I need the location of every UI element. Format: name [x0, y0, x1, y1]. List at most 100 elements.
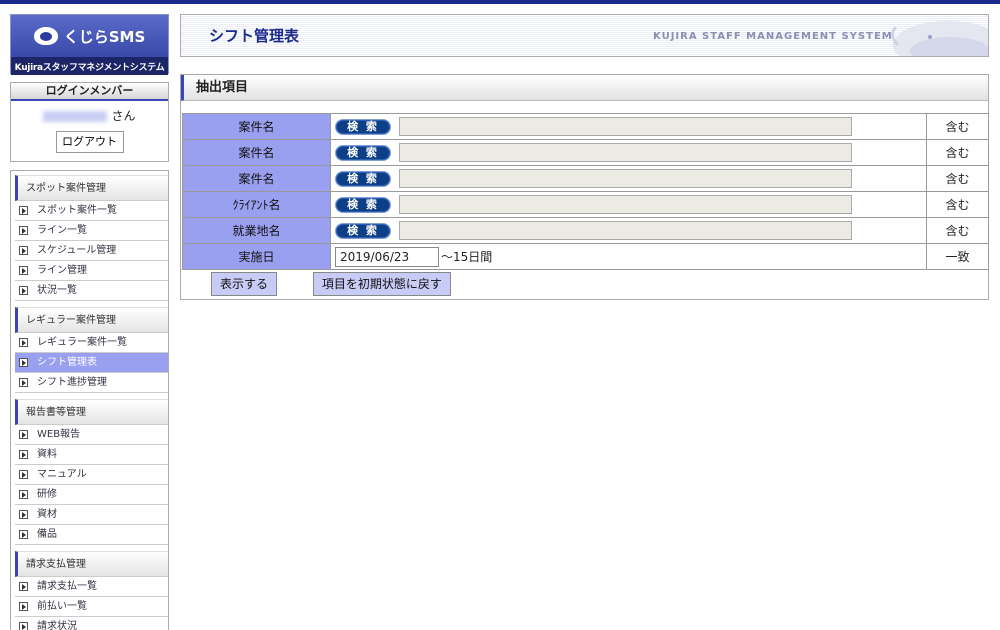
- nav-group-heading: 請求支払管理: [15, 551, 168, 577]
- sidebar-item[interactable]: スポット案件一覧: [15, 201, 168, 221]
- sidebar-item[interactable]: マニュアル: [15, 465, 168, 485]
- sidebar-item-label: 備品: [37, 529, 57, 540]
- sidebar-item[interactable]: 備品: [15, 525, 168, 545]
- sidebar-item-label: 研修: [37, 489, 57, 500]
- login-panel: ログインメンバー さん ログアウト: [10, 82, 169, 162]
- arrow-right-icon: [19, 622, 28, 630]
- arrow-right-icon: [19, 510, 28, 519]
- filter-text-input[interactable]: [399, 169, 852, 188]
- match-mode: 含む: [926, 191, 989, 218]
- filter-label: ｸﾗｲｱﾝﾄ名: [182, 191, 331, 218]
- arrow-right-icon: [19, 378, 28, 387]
- filter-row: 案件名検 索 含む: [182, 165, 989, 192]
- sidebar-item[interactable]: 前払い一覧: [15, 597, 168, 617]
- search-button[interactable]: 検 索: [335, 144, 391, 161]
- arrow-right-icon: [19, 338, 28, 347]
- user-suffix: さん: [111, 109, 136, 123]
- filter-text-input[interactable]: [399, 221, 852, 240]
- filter-row-date: 実施日 2019/06/23 ～15日間 一致: [182, 243, 989, 270]
- arrow-right-icon: [19, 226, 28, 235]
- page-header: シフト管理表 KUJIRA STAFF MANAGEMENT SYSTEM: [180, 14, 989, 57]
- arrow-right-icon: [19, 358, 28, 367]
- sidebar-item[interactable]: 請求状況: [15, 617, 168, 630]
- filter-heading: 抽出項目: [181, 75, 988, 101]
- filter-label: 案件名: [182, 139, 331, 166]
- sidebar-item[interactable]: 資材: [15, 505, 168, 525]
- whale-icon: [33, 27, 58, 45]
- arrow-right-icon: [19, 430, 28, 439]
- sidebar-item-label: シフト管理表: [37, 357, 97, 368]
- login-user: さん: [11, 107, 168, 124]
- arrow-right-icon: [19, 286, 28, 295]
- arrow-right-icon: [19, 490, 28, 499]
- sidebar-item-label: スポット案件一覧: [37, 205, 117, 216]
- filter-row: 案件名検 索 含む: [182, 139, 989, 166]
- sidebar-item-label: マニュアル: [37, 469, 87, 480]
- match-mode: 一致: [926, 243, 989, 270]
- nav-group-heading: レギュラー案件管理: [15, 307, 168, 333]
- date-range-suffix: ～15日間: [441, 250, 493, 264]
- sidebar-item-label: 資材: [37, 509, 57, 520]
- app-logo[interactable]: くじらSMS Kujiraスタッフマネジメントシステム: [10, 14, 169, 75]
- nav-group: 請求支払管理請求支払一覧 前払い一覧請求状況: [15, 551, 168, 630]
- filter-table: 案件名検 索含む 案件名検 索含む 案件名検 索含む ｸﾗｲｱﾝﾄ名検 索含む 就業地名…: [182, 113, 989, 270]
- sidebar-item-label: ライン管理: [37, 265, 87, 276]
- login-heading: ログインメンバー: [11, 83, 168, 101]
- search-button[interactable]: 検 索: [335, 222, 391, 239]
- sidebar-item[interactable]: シフト管理表: [15, 353, 168, 373]
- arrow-right-icon: [19, 246, 28, 255]
- page-title: シフト管理表: [209, 27, 300, 45]
- arrow-right-icon: [19, 206, 28, 215]
- sidebar-item[interactable]: 請求支払一覧: [15, 577, 168, 597]
- sidebar-item-label: 状況一覧: [37, 285, 77, 296]
- sidebar-item[interactable]: ライン管理: [15, 261, 168, 281]
- arrow-right-icon: [19, 470, 28, 479]
- user-name-redacted: [43, 111, 108, 122]
- filter-text-input[interactable]: [399, 195, 852, 214]
- reset-button[interactable]: 項目を初期状態に戻す: [312, 272, 451, 296]
- nav-group-heading: 報告書等管理: [15, 399, 168, 425]
- sidebar-item-label: 前払い一覧: [37, 601, 87, 612]
- sidebar-item[interactable]: シフト進捗管理: [15, 373, 168, 393]
- sidebar-item[interactable]: 状況一覧: [15, 281, 168, 301]
- filter-text-input[interactable]: [399, 143, 852, 162]
- sidebar-item-label: WEB報告: [37, 429, 81, 440]
- arrow-right-icon: [19, 450, 28, 459]
- sidebar-item[interactable]: スケジュール管理: [15, 241, 168, 261]
- nav-group: 報告書等管理 WEB報告資料マニュアル研修資材備品: [15, 399, 168, 545]
- whale-decoration-icon: [891, 21, 988, 56]
- arrow-right-icon: [19, 266, 28, 275]
- filter-label: 案件名: [182, 113, 331, 140]
- top-bar: [0, 0, 1000, 4]
- show-button[interactable]: 表示する: [211, 272, 278, 296]
- sidebar-item-label: 資料: [37, 449, 57, 460]
- filter-actions: 表示する 項目を初期状態に戻す: [211, 272, 483, 296]
- date-label: 実施日: [182, 243, 331, 270]
- filter-row: ｸﾗｲｱﾝﾄ名検 索 含む: [182, 191, 989, 218]
- search-button[interactable]: 検 索: [335, 118, 391, 135]
- sidebar-item-label: 請求状況: [37, 621, 77, 630]
- match-mode: 含む: [926, 217, 989, 244]
- match-mode: 含む: [926, 139, 989, 166]
- sidebar-item[interactable]: レギュラー案件一覧: [15, 333, 168, 353]
- nav-group-heading: スポット案件管理: [15, 175, 168, 201]
- search-button[interactable]: 検 索: [335, 196, 391, 213]
- date-input[interactable]: 2019/06/23: [335, 246, 439, 267]
- sidebar-item-label: ライン一覧: [37, 225, 87, 236]
- nav-group: レギュラー案件管理レギュラー案件一覧 シフト管理表シフト進捗管理: [15, 307, 168, 393]
- sidebar-item[interactable]: WEB報告: [15, 425, 168, 445]
- sidebar-item[interactable]: 資料: [15, 445, 168, 465]
- logo-brand: くじらSMS: [63, 27, 146, 46]
- sidebar-item-label: 請求支払一覧: [37, 581, 97, 592]
- logo-tagline: Kujiraスタッフマネジメントシステム: [11, 57, 168, 75]
- sidebar-item[interactable]: ライン一覧: [15, 221, 168, 241]
- sidebar-item-label: レギュラー案件一覧: [37, 337, 127, 348]
- match-mode: 含む: [926, 113, 989, 140]
- filter-text-input[interactable]: [399, 117, 852, 136]
- filter-panel: 抽出項目 案件名検 索含む 案件名検 索含む 案件名検 索含む ｸﾗｲｱﾝﾄ名検 索含…: [180, 74, 989, 300]
- match-mode: 含む: [926, 165, 989, 192]
- sidebar-item[interactable]: 研修: [15, 485, 168, 505]
- filter-row: 案件名検 索 含む: [182, 113, 989, 140]
- search-button[interactable]: 検 索: [335, 170, 391, 187]
- logout-button[interactable]: ログアウト: [55, 131, 124, 153]
